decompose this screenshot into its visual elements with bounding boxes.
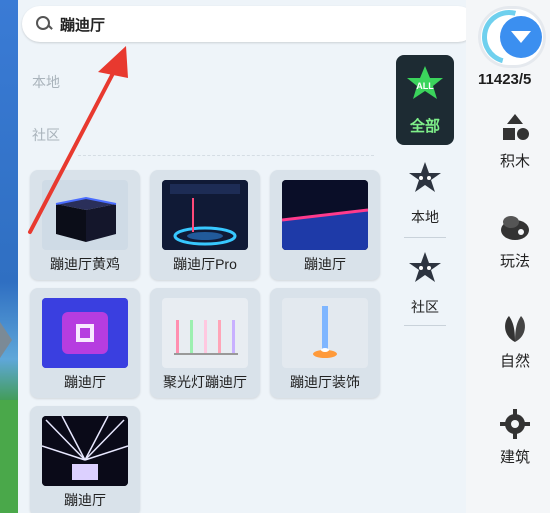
chevron-down-icon (500, 16, 542, 58)
category-community-tab[interactable]: 社区 (396, 245, 454, 325)
glow-cube-thumbnail (42, 298, 128, 368)
result-card[interactable]: 蹦迪厅 (30, 406, 140, 513)
all-star-icon: ALL (407, 66, 443, 99)
neon-room-thumbnail (282, 180, 368, 250)
result-card[interactable]: 蹦迪厅装饰 (270, 288, 380, 398)
side-handle[interactable] (0, 322, 12, 358)
result-title: 蹦迪厅Pro (173, 256, 237, 272)
result-card[interactable]: 蹦迪厅黄鸡 (30, 170, 140, 280)
search-icon (36, 16, 52, 32)
result-card[interactable]: 蹦迪厅 (270, 170, 380, 280)
result-title: 蹦迪厅 (64, 374, 106, 390)
result-title: 蹦迪厅 (64, 492, 106, 508)
gear-icon (500, 409, 530, 439)
category-label: 社区 (411, 299, 439, 315)
search-panel: 蹦迪厅 本地 社区 蹦迪厅黄鸡 蹦迪厅Pro 蹦迪厅 蹦迪厅 聚光灯蹦迪厅 蹦迪… (18, 0, 476, 513)
category-divider (404, 325, 446, 326)
divider (78, 155, 374, 156)
result-card[interactable]: 蹦迪厅Pro (150, 170, 260, 280)
stage-ring-thumbnail (162, 180, 248, 250)
section-local-label: 本地 (32, 74, 60, 90)
leaf-icon (505, 316, 525, 342)
light-beam-thumbnail (282, 298, 368, 368)
category-local-tab[interactable]: 本地 (396, 155, 454, 235)
category-label: 本地 (411, 209, 439, 225)
svg-text:ALL: ALL (416, 81, 434, 91)
category-label: 全部 (409, 118, 440, 135)
sidebar-item-blocks[interactable]: 积木 (478, 112, 548, 192)
result-title: 聚光灯蹦迪厅 (163, 374, 247, 390)
blocks-icon (503, 114, 529, 140)
result-card[interactable]: 聚光灯蹦迪厅 (150, 288, 260, 398)
sidebar-item-label: 自然 (499, 353, 530, 370)
right-sidebar: 11423/5 积木 玩法 自然 建筑 (466, 0, 550, 513)
search-bar[interactable]: 蹦迪厅 (22, 6, 476, 42)
laser-show-thumbnail (42, 416, 128, 486)
search-input[interactable]: 蹦迪厅 (60, 14, 105, 35)
dark-cube-thumbnail (42, 180, 128, 250)
sidebar-item-label: 积木 (499, 153, 530, 170)
sidebar-item-label: 建筑 (499, 449, 530, 466)
star-face-icon (409, 252, 441, 282)
gameplay-icon (501, 216, 529, 240)
result-card[interactable]: 蹦迪厅 (30, 288, 140, 398)
block-count: 11423/5 (478, 71, 532, 88)
star-face-icon (409, 162, 441, 192)
sidebar-item-nature[interactable]: 自然 (478, 312, 548, 392)
category-all-tab[interactable]: ALL 全部 (396, 55, 454, 145)
result-title: 蹦迪厅黄鸡 (50, 256, 120, 272)
spotlight-bars-thumbnail (162, 298, 248, 368)
section-community-label: 社区 (32, 127, 60, 143)
collapse-button[interactable] (472, 0, 546, 74)
result-title: 蹦迪厅装饰 (290, 374, 360, 390)
result-title: 蹦迪厅 (304, 256, 346, 272)
sidebar-item-building[interactable]: 建筑 (478, 408, 548, 488)
category-divider (404, 237, 446, 238)
sidebar-item-gameplay[interactable]: 玩法 (478, 212, 548, 292)
sidebar-item-label: 玩法 (499, 253, 530, 270)
